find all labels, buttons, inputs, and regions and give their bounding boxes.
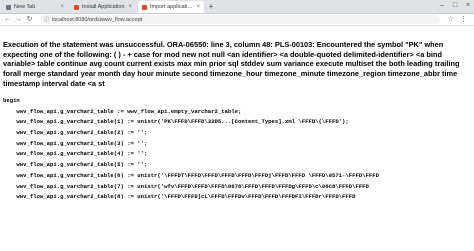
code-line: wwv_flow_api.g_varchar2_table(6) := unis… [3, 171, 379, 179]
close-tab-icon[interactable]: × [196, 4, 200, 10]
page-content: Execution of the statement was unsuccess… [0, 27, 474, 251]
new-tab-button[interactable]: + [206, 1, 216, 12]
code-line: wwv_flow_api.g_varchar2_table := wwv_flo… [3, 107, 242, 115]
site-info-icon[interactable]: ⓘ [44, 16, 49, 23]
address-bar-url: localhost:8080/ords/wwv_flow.accept [52, 16, 143, 23]
error-message: Execution of the statement was unsuccess… [3, 40, 460, 88]
code-line: wwv_flow_api.g_varchar2_table(4) := ''; [3, 150, 148, 158]
code-line: wwv_flow_api.g_varchar2_table(5) := ''; [3, 161, 148, 169]
reload-icon[interactable]: ↻ [25, 15, 34, 24]
back-icon[interactable]: ← [3, 15, 12, 24]
minimize-window-icon[interactable]: – [436, 0, 448, 12]
code-line: wwv_flow_api.g_varchar2_table(3) := ''; [3, 139, 148, 147]
close-window-icon[interactable]: × [462, 0, 474, 12]
browser-tab-title: New Tab [14, 4, 36, 10]
code-line: wwv_flow_api.g_varchar2_table(2) := ''; [3, 129, 148, 137]
browser-tab-title: Install Application [82, 4, 125, 10]
new-tab-favicon-icon [6, 4, 11, 10]
close-tab-icon[interactable]: × [128, 4, 132, 10]
code-line: wwv_flow_api.g_varchar2_table(7) := unis… [3, 182, 369, 190]
code-line: wwv_flow_api.g_varchar2_table(1) := unis… [3, 118, 349, 126]
source-code-block: begin wwv_flow_api.g_varchar2_table := w… [3, 96, 379, 203]
browser-tab-install-application[interactable]: Install Application × [70, 1, 136, 13]
star-bookmark-icon[interactable]: ☆ [446, 15, 455, 24]
address-bar[interactable]: ⓘ localhost:8080/ords/wwv_flow.accept [40, 15, 440, 24]
browser-toolbar: ← → ↻ ⓘ localhost:8080/ords/wwv_flow.acc… [0, 14, 474, 26]
apex-favicon-icon [142, 4, 147, 10]
browser-menu-icon[interactable]: ⋮ [459, 15, 468, 24]
code-line: wwv_flow_api.g_varchar2_table(8) := unis… [3, 193, 356, 201]
forward-icon[interactable]: → [14, 15, 23, 24]
browser-tab-new-tab[interactable]: New Tab × [2, 1, 68, 13]
apex-favicon-icon [74, 4, 79, 10]
browser-tab-import-application[interactable]: Import application utility is failin... … [138, 1, 204, 13]
maximize-window-icon[interactable]: □ [449, 0, 461, 12]
browser-tab-strip: New Tab × Install Application × Import a… [0, 0, 474, 14]
browser-tab-title: Import application utility is failin... [150, 4, 194, 10]
close-tab-icon[interactable]: × [60, 4, 64, 10]
code-line: begin [3, 97, 20, 104]
